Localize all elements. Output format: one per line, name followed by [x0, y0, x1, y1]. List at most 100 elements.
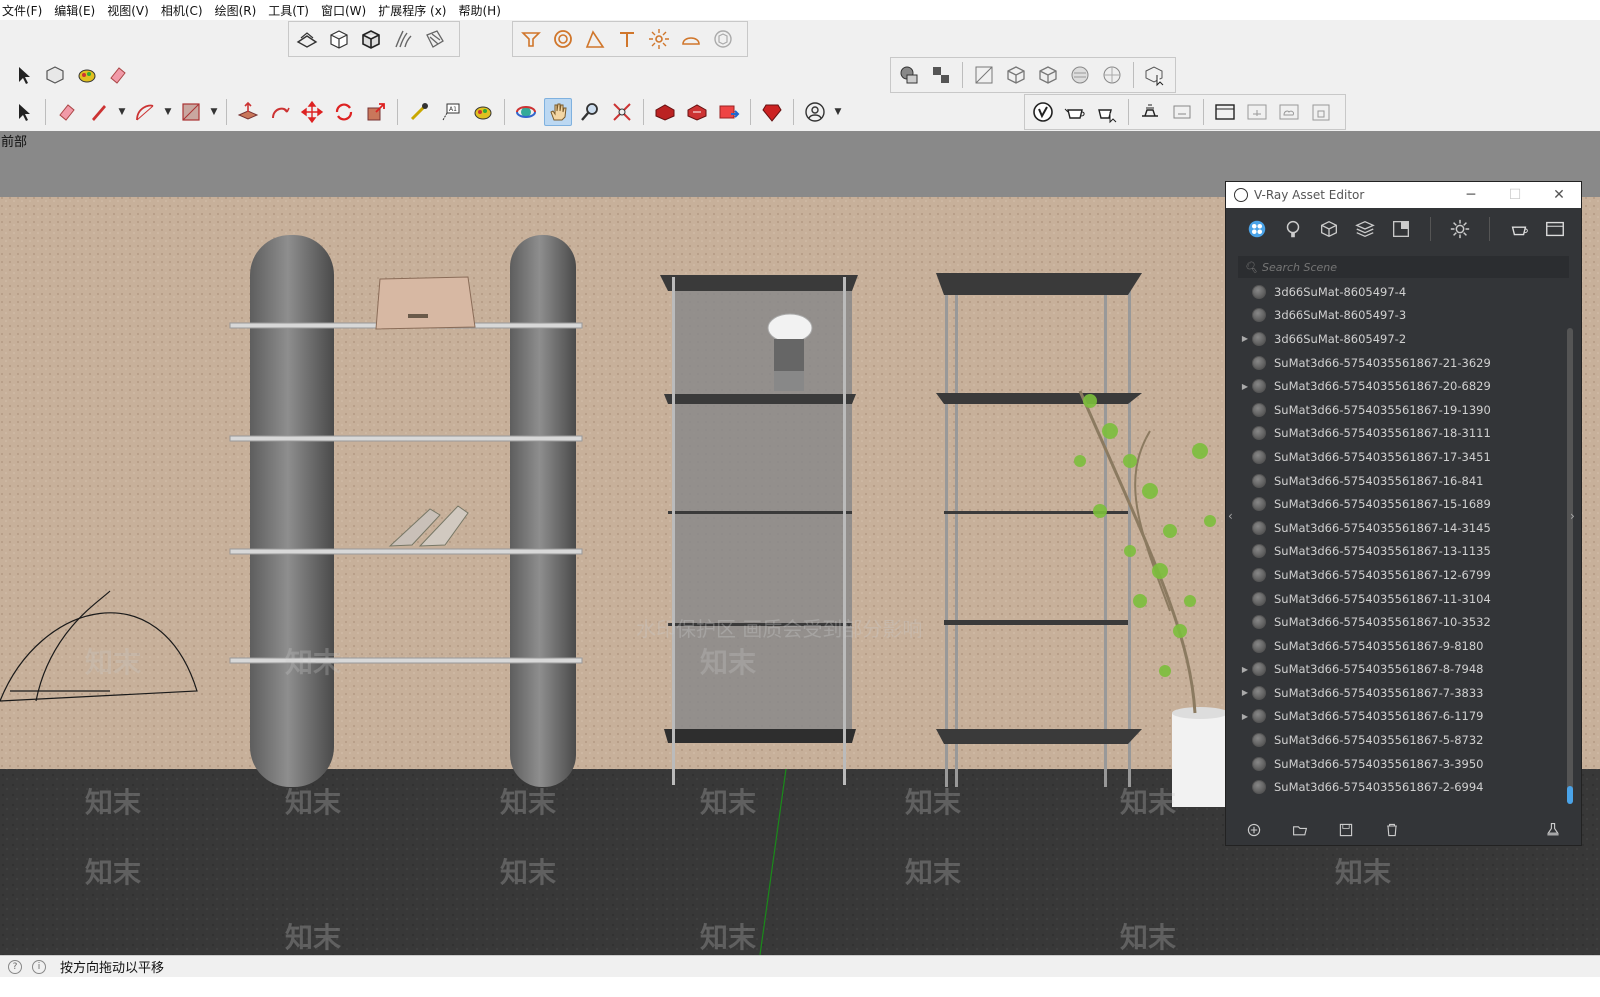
vray-lock-icon[interactable]	[1307, 98, 1335, 126]
orbit-icon[interactable]	[512, 98, 540, 126]
close-icon[interactable]: ✕	[1537, 187, 1581, 203]
spotlight-icon[interactable]	[613, 25, 641, 53]
geometry-icon[interactable]	[1316, 216, 1342, 242]
component-icon[interactable]	[42, 61, 70, 89]
vray-logo-icon[interactable]	[1029, 98, 1057, 126]
select-tool-icon[interactable]	[10, 98, 38, 126]
pencil-line-icon[interactable]	[85, 98, 113, 126]
vray-render-cloud-icon[interactable]	[1136, 98, 1164, 126]
expand-arrow-icon[interactable]: ▶	[1238, 712, 1252, 721]
expand-arrow-icon[interactable]: ▶	[1238, 382, 1252, 391]
material-list-item[interactable]: ▶ SuMat3d66-5754035561867-20-6829	[1238, 374, 1560, 398]
minimize-icon[interactable]: ─	[1449, 187, 1493, 203]
material-list-item[interactable]: ▶ 3d66SuMat-8605497-2	[1238, 327, 1560, 351]
collapse-left-icon[interactable]: ‹	[1228, 509, 1233, 523]
add-asset-icon[interactable]	[1244, 820, 1264, 840]
back-edges-icon[interactable]	[1002, 61, 1030, 89]
tape-measure-icon[interactable]	[405, 98, 433, 126]
front-view-icon[interactable]	[357, 25, 385, 53]
sun-light-icon[interactable]	[645, 25, 673, 53]
line-dropdown-icon[interactable]: ▼	[117, 98, 127, 126]
material-list-item[interactable]: SuMat3d66-5754035561867-5-8732	[1238, 728, 1560, 752]
circle-target-icon[interactable]	[549, 25, 577, 53]
menu-camera[interactable]: 相机(C)	[161, 2, 209, 19]
send-to-layout-icon[interactable]	[715, 98, 743, 126]
settings-gear-icon[interactable]	[1447, 216, 1473, 242]
select-arrow-icon[interactable]	[10, 61, 38, 89]
right-view-icon[interactable]	[389, 25, 417, 53]
text-label-icon[interactable]: A1	[437, 98, 465, 126]
mesh-light-icon[interactable]	[709, 25, 737, 53]
paint-tool-icon[interactable]	[469, 98, 497, 126]
zoom-extents-icon[interactable]	[608, 98, 636, 126]
material-list-item[interactable]: ▶ SuMat3d66-5754035561867-6-1179	[1238, 705, 1560, 729]
eraser-icon[interactable]	[105, 61, 133, 89]
vray-batch-render-icon[interactable]	[1168, 98, 1196, 126]
rotate-tool-icon[interactable]	[330, 98, 358, 126]
menu-extensions[interactable]: 扩展程序 (x)	[378, 2, 452, 19]
iso-view-icon[interactable]	[293, 25, 321, 53]
vray-titlebar[interactable]: V-Ray Asset Editor ─ ☐ ✕	[1226, 182, 1581, 208]
back-view-icon[interactable]	[421, 25, 449, 53]
purge-icon[interactable]	[1543, 820, 1563, 840]
save-icon[interactable]	[1336, 820, 1356, 840]
paint-bucket-icon[interactable]	[73, 61, 101, 89]
scale-tool-icon[interactable]	[362, 98, 390, 126]
menu-window[interactable]: 窗口(W)	[321, 2, 372, 19]
material-list-item[interactable]: SuMat3d66-5754035561867-16-841	[1238, 469, 1560, 493]
material-list-item[interactable]: SuMat3d66-5754035561867-3-3950	[1238, 752, 1560, 776]
xray-icon[interactable]	[970, 61, 998, 89]
material-list-item[interactable]: SuMat3d66-5754035561867-10-3532	[1238, 610, 1560, 634]
maximize-icon[interactable]: ☐	[1493, 187, 1537, 203]
extension-warehouse-icon[interactable]	[683, 98, 711, 126]
rectangle-tool-icon[interactable]	[177, 98, 205, 126]
push-pull-icon[interactable]	[234, 98, 262, 126]
protractor-icon[interactable]	[581, 25, 609, 53]
extension-manager-icon[interactable]	[758, 98, 786, 126]
account-dropdown-icon[interactable]: ▼	[833, 98, 843, 126]
arc-dropdown-icon[interactable]: ▼	[163, 98, 173, 126]
section-plane-icon[interactable]	[517, 25, 545, 53]
vray-lightmix-icon[interactable]	[1243, 98, 1271, 126]
material-list-item[interactable]: SuMat3d66-5754035561867-15-1689	[1238, 492, 1560, 516]
3d-warehouse-icon[interactable]	[651, 98, 679, 126]
material-list-item[interactable]: SuMat3d66-5754035561867-2-6994	[1238, 775, 1560, 799]
vray-frame-buffer-icon[interactable]	[1211, 98, 1239, 126]
collapse-right-icon[interactable]: ›	[1570, 509, 1575, 523]
material-list-item[interactable]: SuMat3d66-5754035561867-9-8180	[1238, 634, 1560, 658]
material-list-item[interactable]: SuMat3d66-5754035561867-12-6799	[1238, 563, 1560, 587]
material-list-item[interactable]: SuMat3d66-5754035561867-13-1135	[1238, 540, 1560, 564]
material-list-item[interactable]: SuMat3d66-5754035561867-18-3111	[1238, 422, 1560, 446]
vray-cloud-icon[interactable]	[1275, 98, 1303, 126]
delete-icon[interactable]	[1382, 820, 1402, 840]
material-list-item[interactable]: ▶ SuMat3d66-5754035561867-7-3833	[1238, 681, 1560, 705]
material-list-item[interactable]: SuMat3d66-5754035561867-19-1390	[1238, 398, 1560, 422]
lights-icon[interactable]	[1280, 216, 1306, 242]
render-elements-icon[interactable]	[1388, 216, 1414, 242]
textures-icon[interactable]	[1352, 216, 1378, 242]
expand-arrow-icon[interactable]: ▶	[1238, 688, 1252, 697]
move-tool-icon[interactable]	[298, 98, 326, 126]
frame-buffer-icon[interactable]	[1542, 216, 1568, 242]
vray-interactive-render-icon[interactable]	[1093, 98, 1121, 126]
shape-dropdown-icon[interactable]: ▼	[209, 98, 219, 126]
wireframe-icon[interactable]	[1034, 61, 1062, 89]
pan-hand-icon[interactable]	[544, 98, 572, 126]
material-list-scrollbar[interactable]	[1567, 328, 1573, 804]
vray-interactive-cursor-icon[interactable]	[1141, 61, 1169, 89]
expand-arrow-icon[interactable]: ▶	[1238, 665, 1252, 674]
menu-file[interactable]: 文件(F)	[2, 2, 48, 19]
top-view-icon[interactable]	[325, 25, 353, 53]
render-teapot-icon[interactable]	[1506, 216, 1532, 242]
open-folder-icon[interactable]	[1290, 820, 1310, 840]
material-list-item[interactable]: 3d66SuMat-8605497-4	[1238, 280, 1560, 304]
search-input[interactable]	[1261, 260, 1542, 274]
scene-tab-label[interactable]: 前部	[1, 131, 27, 150]
menu-help[interactable]: 帮助(H)	[458, 2, 506, 19]
hidden-line-icon[interactable]	[1066, 61, 1094, 89]
menu-tools[interactable]: 工具(T)	[268, 2, 315, 19]
scrollbar-thumb[interactable]	[1567, 786, 1573, 804]
material-list-item[interactable]: SuMat3d66-5754035561867-17-3451	[1238, 445, 1560, 469]
arc-tool-icon[interactable]	[131, 98, 159, 126]
menu-draw[interactable]: 绘图(R)	[215, 2, 263, 19]
